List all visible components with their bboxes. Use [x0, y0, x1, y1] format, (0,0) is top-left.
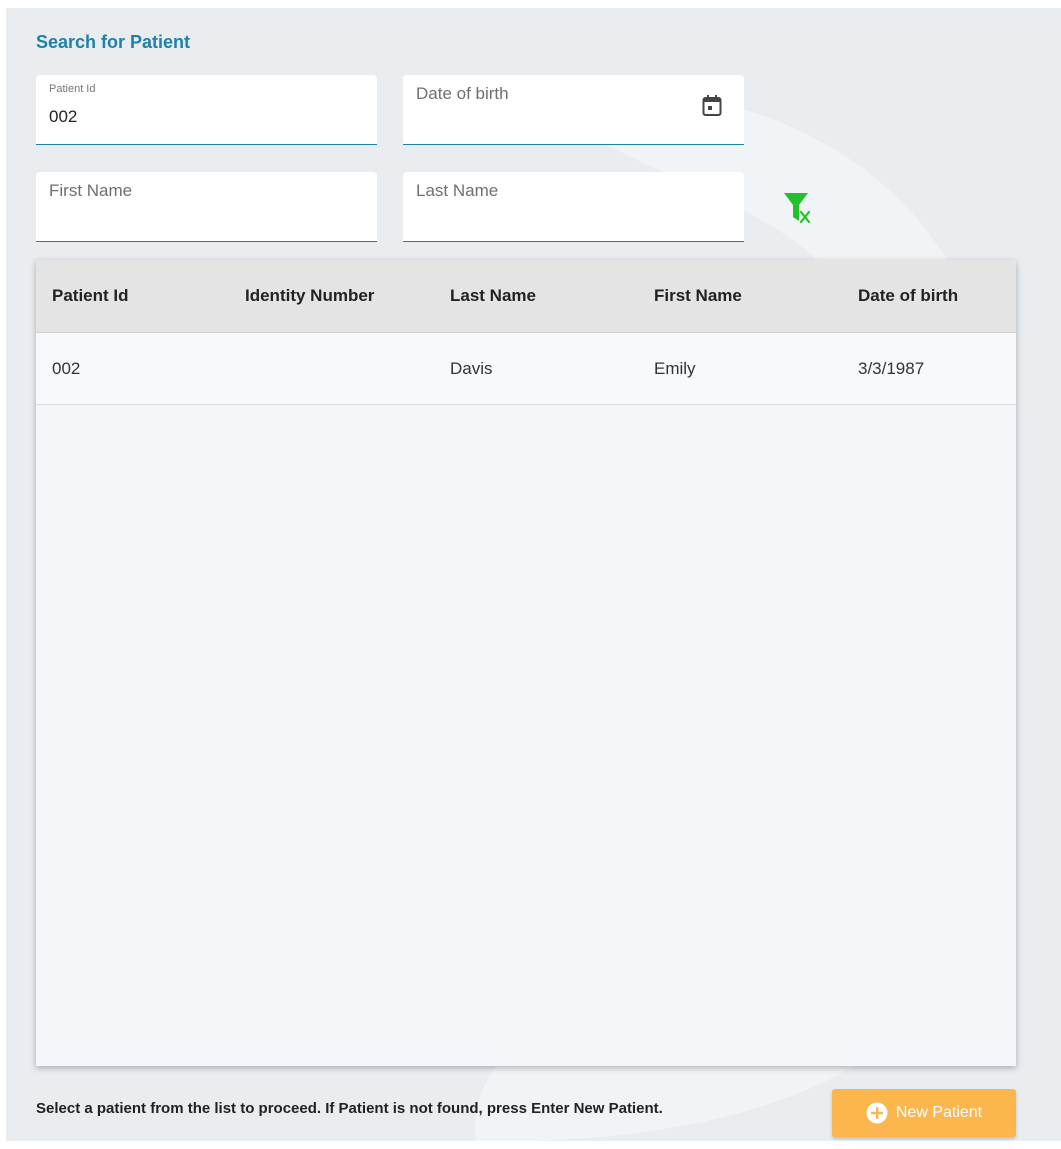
first-name-label: First Name: [49, 181, 133, 200]
cell-first-name: Emily: [654, 358, 696, 378]
date-of-birth-label: Date of birth: [416, 84, 509, 103]
patient-id-label: Patient Id: [49, 83, 96, 95]
date-of-birth-field[interactable]: Date of birth: [403, 75, 744, 145]
page-title: Search for Patient: [36, 32, 191, 52]
column-header-identity-number[interactable]: Identity Number: [232, 286, 437, 306]
table-row[interactable]: 002 Davis Emily 3/3/1987: [36, 333, 1016, 405]
new-patient-label: New Patient: [895, 1104, 983, 1121]
plus-circle-icon: [866, 1102, 888, 1124]
new-patient-button[interactable]: New Patient: [832, 1089, 1016, 1137]
last-name-label: Last Name: [416, 181, 499, 200]
last-name-field[interactable]: Last Name: [403, 172, 744, 242]
column-header-patient-id[interactable]: Patient Id: [36, 286, 232, 306]
filter-clear-icon[interactable]: [783, 192, 813, 224]
cell-date-of-birth: 3/3/1987: [858, 358, 925, 378]
first-name-field[interactable]: First Name: [36, 172, 377, 242]
patient-grid: Patient Id Identity Number Last Name Fir…: [36, 260, 1016, 1066]
patient-id-input[interactable]: [49, 107, 329, 127]
cell-patient-id: 002: [52, 358, 81, 378]
patient-id-field[interactable]: Patient Id: [36, 75, 377, 145]
column-header-last-name[interactable]: Last Name: [437, 286, 642, 306]
cell-last-name: Davis: [450, 358, 493, 378]
column-header-date-of-birth[interactable]: Date of birth: [846, 286, 1016, 306]
instruction-text: Select a patient from the list to procee…: [36, 1100, 663, 1117]
calendar-icon[interactable]: [702, 95, 722, 117]
grid-header: Patient Id Identity Number Last Name Fir…: [36, 260, 1016, 333]
column-header-first-name[interactable]: First Name: [642, 286, 846, 306]
patient-search-page: Search for Patient Patient Id Date of bi…: [6, 8, 1061, 1141]
